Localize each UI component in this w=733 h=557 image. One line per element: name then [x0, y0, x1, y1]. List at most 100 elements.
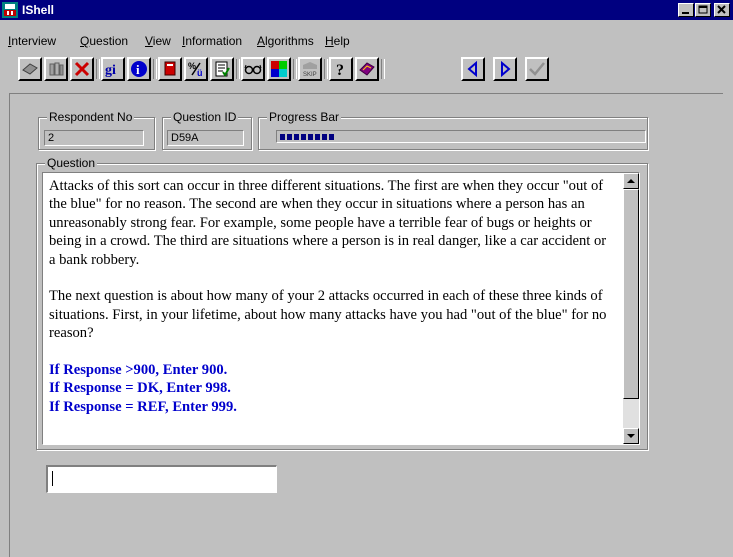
skip-icon: SKIP — [303, 62, 317, 78]
menu-help[interactable]: Help — [325, 34, 350, 48]
question-text-box[interactable]: Attacks of this sort can occur in three … — [42, 172, 640, 445]
purple-book-button[interactable] — [355, 57, 379, 81]
vertical-scrollbar[interactable] — [623, 173, 639, 444]
progress-block — [294, 134, 299, 140]
question-id-field: D59A — [167, 130, 244, 146]
toolbar-separator — [381, 59, 385, 79]
check-icon — [529, 62, 545, 76]
svg-text:gi: gi — [105, 63, 116, 78]
menu-accel: V — [145, 34, 153, 48]
glasses-button[interactable] — [241, 57, 265, 81]
progress-block — [301, 134, 306, 140]
book-icon — [22, 63, 38, 75]
red-book-button[interactable] — [158, 57, 182, 81]
menu-label: iew — [152, 34, 171, 48]
delete-x-icon — [74, 61, 90, 77]
scroll-thumb[interactable] — [623, 189, 639, 399]
svg-text:?: ? — [336, 62, 344, 79]
instruction-line: If Response = DK, Enter 998. — [49, 380, 231, 397]
minimize-icon — [682, 12, 689, 14]
progress-label: Progress Bar — [267, 110, 342, 124]
purple-book-icon — [359, 62, 375, 76]
question-paragraph: Attacks of this sort can occur in three … — [49, 178, 607, 268]
checklist-button[interactable] — [210, 57, 234, 81]
scroll-down-button[interactable] — [623, 428, 639, 444]
skip-button[interactable]: SKIP — [298, 57, 322, 81]
toolbar-separator — [96, 59, 100, 79]
close-button[interactable] — [714, 3, 730, 17]
text-caret — [52, 471, 53, 487]
next-icon — [501, 60, 511, 78]
menu-view[interactable]: View — [145, 34, 171, 48]
gi-button[interactable]: gi — [101, 57, 125, 81]
menu-interview[interactable]: Interview — [8, 34, 56, 48]
up-arrow-icon — [627, 179, 635, 183]
close-icon — [717, 5, 726, 14]
info-button[interactable]: i — [127, 57, 151, 81]
minimize-button[interactable] — [678, 3, 694, 17]
question-paragraph: The next question is about how many of y… — [49, 288, 607, 342]
prev-icon — [467, 60, 477, 78]
toolbar-separator — [236, 59, 240, 79]
help-icon: ? — [336, 62, 344, 79]
menu-label: nformation — [185, 34, 243, 48]
toolbar-separator — [324, 59, 328, 79]
menu-bar: Interview Question View Information Algo… — [0, 31, 733, 50]
gi-icon: gi — [105, 63, 116, 78]
app-window: IShell Interview Question View Informati… — [0, 0, 733, 557]
instruction-line: If Response >900, Enter 900. — [49, 362, 228, 379]
color-grid-icon — [271, 61, 287, 77]
progress-block — [308, 134, 313, 140]
menu-question[interactable]: Question — [80, 34, 128, 48]
progress-block — [280, 134, 285, 140]
progress-block — [287, 134, 292, 140]
maximize-button[interactable] — [695, 3, 711, 17]
help-button[interactable]: ? — [329, 57, 353, 81]
next-button[interactable] — [493, 57, 517, 81]
menu-label: elp — [333, 34, 350, 48]
menu-accel: Q — [80, 34, 90, 48]
menu-algorithms[interactable]: Algorithms — [257, 34, 314, 48]
toolbar-separator — [293, 59, 297, 79]
progress-block — [315, 134, 320, 140]
menu-label: lgorithms — [265, 34, 314, 48]
progress-bar — [276, 130, 646, 143]
svg-text:ü: ü — [197, 68, 203, 78]
menu-information[interactable]: Information — [182, 34, 242, 48]
menu-label: uestion — [89, 34, 129, 48]
question-text: Attacks of this sort can occur in three … — [49, 177, 611, 416]
checklist-icon — [215, 61, 230, 77]
answer-input[interactable] — [46, 465, 277, 493]
respondent-label: Respondent No — [47, 110, 135, 124]
red-book-icon — [164, 61, 176, 76]
menu-accel: H — [325, 34, 334, 48]
window-title: IShell — [22, 3, 55, 17]
menu-label: nterview — [11, 34, 57, 48]
info-icon: i — [131, 61, 147, 77]
maximize-icon — [698, 5, 708, 14]
glasses-icon — [244, 64, 262, 75]
library-button[interactable] — [44, 57, 68, 81]
menu-accel: A — [257, 34, 266, 48]
delete-button[interactable] — [70, 57, 94, 81]
toolbar-separator — [153, 59, 157, 79]
color-grid-button[interactable] — [267, 57, 291, 81]
down-arrow-icon — [627, 434, 635, 438]
progress-block — [322, 134, 327, 140]
progress-block — [329, 134, 334, 140]
instruction-line: If Response = REF, Enter 999. — [49, 398, 237, 415]
title-bar: IShell — [0, 0, 733, 20]
svg-text:SKIP: SKIP — [303, 72, 317, 78]
question-label: Question — [45, 156, 98, 170]
toolbar: gi i % ü SKIP ? — [0, 53, 733, 89]
scroll-up-button[interactable] — [623, 173, 639, 189]
svg-text:i: i — [136, 62, 140, 77]
library-icon — [49, 62, 64, 76]
fraction-button[interactable]: % ü — [184, 57, 208, 81]
previous-button[interactable] — [461, 57, 485, 81]
check-button[interactable] — [525, 57, 549, 81]
fraction-icon: %ü — [188, 61, 203, 78]
app-icon[interactable] — [2, 2, 18, 18]
book-button[interactable] — [18, 57, 42, 81]
question-id-label: Question ID — [171, 110, 239, 124]
